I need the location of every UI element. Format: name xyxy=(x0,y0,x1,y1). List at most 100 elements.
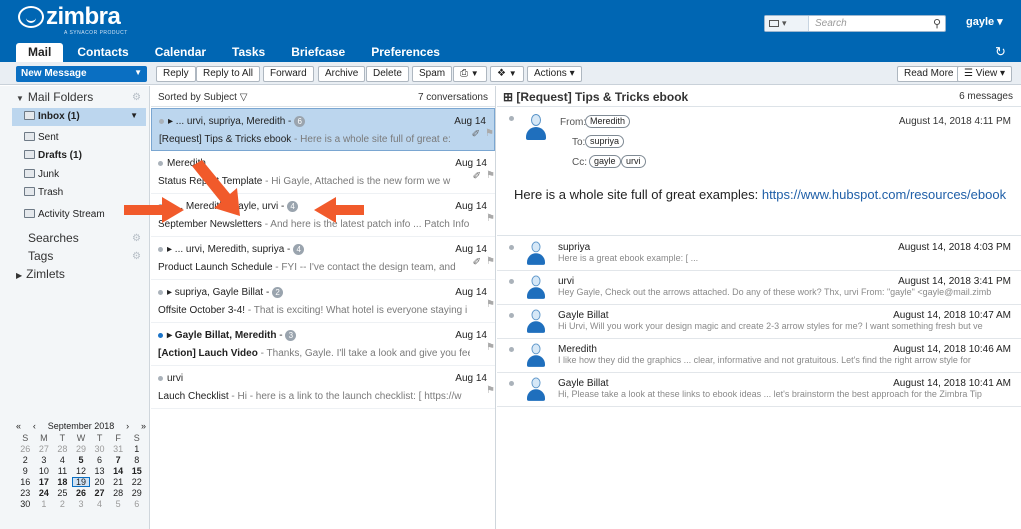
calendar-day[interactable]: 9 xyxy=(16,466,35,476)
search-type-dropdown[interactable]: ▾ xyxy=(765,16,809,31)
searches-section[interactable]: Searches xyxy=(28,231,79,245)
calendar-day[interactable]: 1 xyxy=(35,499,54,509)
calendar-day[interactable]: 30 xyxy=(90,444,109,454)
calendar-day[interactable]: 26 xyxy=(16,444,35,454)
calendar-day[interactable]: 28 xyxy=(53,444,72,454)
expand-icon[interactable]: ▶ xyxy=(16,271,22,280)
chevron-down-icon[interactable]: ▼ xyxy=(130,111,138,120)
thread-message-row[interactable]: Gayle Billat August 14, 2018 10:47 AM Hi U… xyxy=(497,305,1021,339)
calendar-day[interactable]: 27 xyxy=(90,488,109,498)
flag-icon[interactable]: ⚑ xyxy=(486,213,495,224)
calendar-day[interactable]: 3 xyxy=(72,499,91,509)
conversation-row[interactable]: urvi Aug 14 Lauch Checklist - Hi - here is… xyxy=(151,366,495,409)
flag-icon[interactable]: ⚑ xyxy=(486,256,495,267)
read-dot-icon[interactable] xyxy=(158,160,163,166)
calendar-day[interactable]: 28 xyxy=(109,488,128,498)
calendar-day[interactable]: 6 xyxy=(127,499,146,509)
next-month-icon[interactable]: › xyxy=(126,421,129,431)
prev-month-icon[interactable]: ‹ xyxy=(33,421,36,431)
search-input[interactable]: Search xyxy=(809,18,929,29)
calendar-day[interactable]: 27 xyxy=(35,444,54,454)
thread-message-row[interactable]: Meredith August 14, 2018 10:46 AM I like h… xyxy=(497,339,1021,373)
sort-label[interactable]: Sorted by Subject xyxy=(158,92,237,103)
thread-message-row[interactable]: urvi August 14, 2018 3:41 PM Hey Gayle, Ch… xyxy=(497,271,1021,305)
calendar-day[interactable]: 26 xyxy=(72,488,91,498)
search-icon[interactable]: ⚲ xyxy=(929,17,945,30)
conversation-row[interactable]: ▸ Gayle Billat, Meredith - 3 Aug 14 [Actio… xyxy=(151,323,495,366)
to-address-pill[interactable]: supriya xyxy=(585,135,625,148)
user-menu[interactable]: gayle ▾ xyxy=(966,15,1003,28)
read-dot-icon[interactable] xyxy=(158,375,163,381)
calendar-day[interactable]: 24 xyxy=(35,488,54,498)
calendar-day[interactable]: 30 xyxy=(16,499,35,509)
tag-button[interactable]: ❖ ▼ xyxy=(490,66,524,82)
calendar-day[interactable]: 22 xyxy=(127,477,146,487)
conversation-row[interactable]: ▸ supriya, Gayle Billat - 2 Aug 14 Offsite… xyxy=(151,280,495,323)
prev-year-icon[interactable]: « xyxy=(16,421,21,431)
sidebar-item-inbox[interactable]: Inbox (1) ▼ xyxy=(12,108,146,126)
cc-address-pill[interactable]: gayle xyxy=(589,155,621,168)
gear-icon[interactable]: ⚙ xyxy=(132,251,141,262)
body-link[interactable]: https://www.hubspot.com/resources/ebook xyxy=(762,187,1006,202)
spam-button[interactable]: Spam xyxy=(412,66,453,82)
flag-icon[interactable]: ⚑ xyxy=(486,299,495,310)
conversation-row[interactable]: ▸ ... urvi, supriya, Meredith - 6 Aug 14 [… xyxy=(151,108,495,151)
zimlets-section[interactable]: ▶ Zimlets xyxy=(16,267,65,281)
calendar-day[interactable]: 1 xyxy=(127,444,146,454)
tab-calendar[interactable]: Calendar xyxy=(143,43,218,62)
new-message-button[interactable]: New Message ▼ xyxy=(16,66,147,82)
flag-icon[interactable]: ⚑ xyxy=(485,128,494,139)
calendar-day[interactable]: 25 xyxy=(53,488,72,498)
read-status-icon[interactable] xyxy=(509,381,514,386)
calendar-day[interactable]: 10 xyxy=(35,466,54,476)
calendar-day[interactable]: 17 xyxy=(35,477,54,487)
flag-icon[interactable]: ⚑ xyxy=(486,385,495,396)
collapse-icon[interactable]: ▼ xyxy=(16,94,24,103)
calendar-day[interactable]: 16 xyxy=(16,477,35,487)
tab-tasks[interactable]: Tasks xyxy=(220,43,277,62)
calendar-day[interactable]: 19 xyxy=(71,477,91,487)
archive-button[interactable]: Archive xyxy=(318,66,366,82)
cc-address-pill[interactable]: urvi xyxy=(621,155,646,168)
calendar-day[interactable]: 8 xyxy=(127,455,146,465)
unread-dot-icon[interactable] xyxy=(158,332,163,338)
refresh-icon[interactable]: ↻ xyxy=(995,44,1006,60)
thread-message-row[interactable]: Gayle Billat August 14, 2018 10:41 AM Hi, … xyxy=(497,373,1021,407)
calendar-day[interactable]: 21 xyxy=(109,477,128,487)
reply-all-button[interactable]: Reply to All xyxy=(196,66,261,82)
calendar-day[interactable]: 15 xyxy=(127,466,146,476)
read-more-button[interactable]: Read More xyxy=(897,66,961,82)
sort-icon[interactable]: ▽ xyxy=(240,92,248,103)
calendar-day[interactable]: 5 xyxy=(72,455,91,465)
conversation-row[interactable]: ▸ ... urvi, Meredith, supriya - 4 Aug 14 P… xyxy=(151,237,495,280)
calendar-day[interactable]: 5 xyxy=(109,499,128,509)
tab-mail[interactable]: Mail xyxy=(16,43,64,62)
sidebar-item-drafts[interactable]: Drafts (1) xyxy=(12,147,146,165)
calendar-day[interactable]: 4 xyxy=(53,455,72,465)
mail-folders-header[interactable]: ▼ Mail Folders xyxy=(16,90,93,104)
calendar-day[interactable]: 18 xyxy=(53,477,72,487)
search-box[interactable]: ▾ Search ⚲ xyxy=(764,15,946,32)
flag-icon[interactable]: ⚑ xyxy=(486,170,495,181)
print-button[interactable]: ⎙ ▼ xyxy=(453,66,487,82)
flag-icon[interactable]: ⚑ xyxy=(486,342,495,353)
sidebar-item-sent[interactable]: Sent xyxy=(12,129,146,147)
tab-briefcase[interactable]: Briefcase xyxy=(279,43,357,62)
view-button[interactable]: ☰ View ▾ xyxy=(957,66,1013,82)
read-status-icon[interactable] xyxy=(509,245,514,250)
zimbra-logo[interactable]: zimbra A SYNACOR PRODUCT xyxy=(18,5,127,36)
calendar-day[interactable]: 29 xyxy=(72,444,91,454)
read-status-icon[interactable] xyxy=(509,313,514,318)
calendar-day[interactable]: 13 xyxy=(90,466,109,476)
delete-button[interactable]: Delete xyxy=(366,66,409,82)
tab-contacts[interactable]: Contacts xyxy=(65,43,140,62)
read-dot-icon[interactable] xyxy=(159,118,164,124)
calendar-day[interactable]: 4 xyxy=(90,499,109,509)
calendar-day[interactable]: 14 xyxy=(109,466,128,476)
calendar-day[interactable]: 2 xyxy=(16,455,35,465)
sidebar-item-junk[interactable]: Junk xyxy=(12,166,146,184)
read-status-icon[interactable] xyxy=(509,347,514,352)
from-address-pill[interactable]: Meredith xyxy=(585,115,631,128)
calendar-day[interactable]: 11 xyxy=(53,466,72,476)
calendar-day[interactable]: 6 xyxy=(90,455,109,465)
